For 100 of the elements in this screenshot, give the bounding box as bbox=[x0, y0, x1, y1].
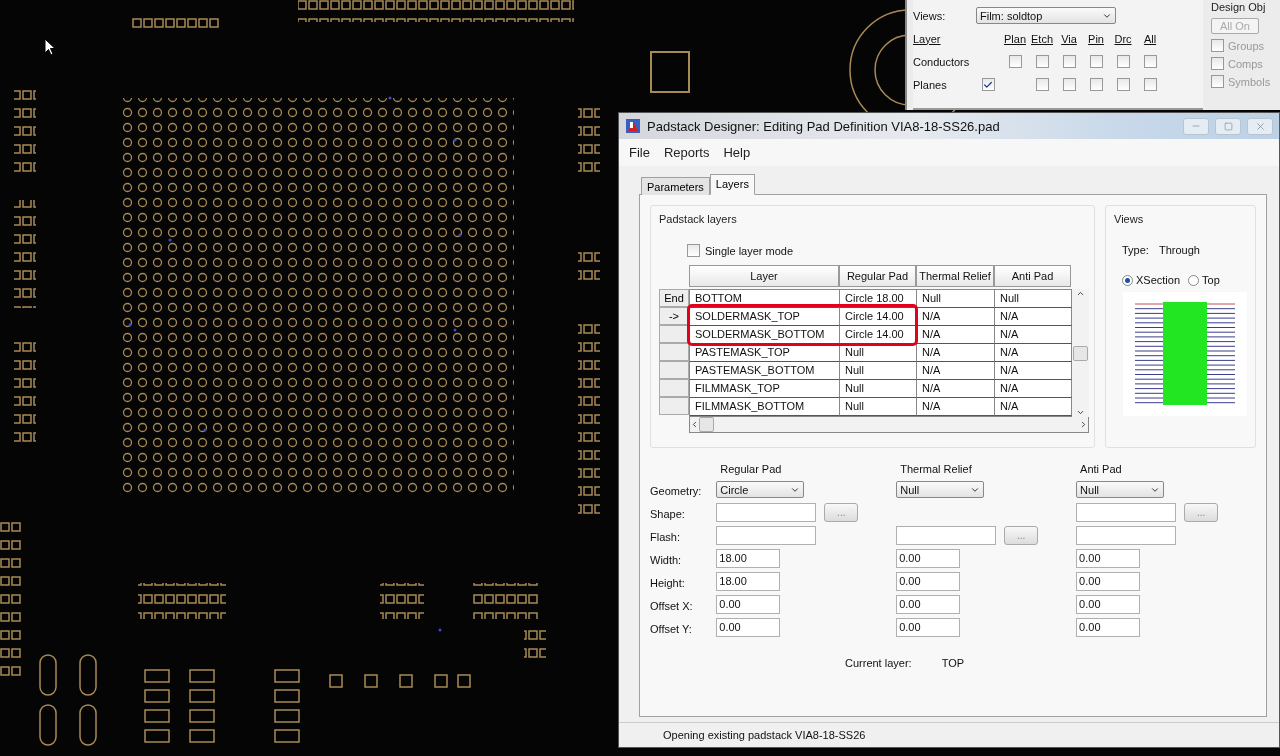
table-cell: N/A bbox=[917, 344, 995, 362]
table-cell: Null bbox=[995, 290, 1072, 308]
checkbox[interactable] bbox=[1062, 78, 1076, 91]
table-cell: SOLDERMASK_BOTTOM bbox=[690, 326, 840, 344]
column-header[interactable]: Anti Pad bbox=[994, 265, 1071, 287]
row-marker[interactable]: -> bbox=[659, 307, 689, 325]
checkbox[interactable] bbox=[1035, 78, 1049, 91]
scrollbar-thumb[interactable] bbox=[699, 417, 714, 432]
close-button[interactable] bbox=[1247, 117, 1273, 135]
input-field[interactable]: 0.00 bbox=[896, 618, 961, 637]
input-field[interactable]: 0.00 bbox=[716, 595, 781, 614]
radio-label: XSection bbox=[1136, 274, 1181, 286]
input-field[interactable]: 0.00 bbox=[1076, 618, 1141, 637]
cursor-icon bbox=[44, 38, 56, 56]
table-cell: PASTEMASK_BOTTOM bbox=[690, 362, 840, 380]
table-cell: FILMMASK_BOTTOM bbox=[690, 398, 840, 416]
table-cell: Null bbox=[840, 380, 917, 398]
views-dropdown[interactable]: Film: soldtop bbox=[976, 7, 1116, 24]
table-cell: N/A bbox=[995, 344, 1072, 362]
checkbox[interactable] bbox=[1008, 55, 1022, 68]
field-label: Width: bbox=[650, 553, 683, 568]
layer-row[interactable]: FILMMASK_TOP Null N/A N/A bbox=[690, 380, 1072, 398]
tab[interactable]: Parameters bbox=[641, 177, 710, 195]
table-cell: N/A bbox=[995, 326, 1072, 344]
geometry-dropdown[interactable]: Null bbox=[1076, 481, 1165, 498]
menu-item[interactable]: Reports bbox=[663, 145, 710, 160]
column-heading: Regular Pad bbox=[719, 462, 783, 477]
row-marker[interactable] bbox=[659, 379, 689, 397]
layer-row[interactable]: BOTTOM Circle 18.00 Null Null bbox=[690, 290, 1072, 308]
checkbox[interactable] bbox=[1089, 78, 1103, 91]
radio-button[interactable] bbox=[1122, 274, 1133, 286]
checkbox[interactable] bbox=[1211, 39, 1224, 52]
close-icon bbox=[1254, 120, 1266, 132]
scroll-left-icon[interactable] bbox=[690, 420, 699, 429]
input-field[interactable]: 0.00 bbox=[896, 572, 961, 591]
checkbox[interactable] bbox=[1089, 55, 1103, 68]
column-header[interactable]: Thermal Relief bbox=[916, 265, 994, 287]
input-field[interactable]: 0.00 bbox=[1076, 549, 1141, 568]
layer-row[interactable]: SOLDERMASK_BOTTOM Circle 14.00 N/A N/A bbox=[690, 326, 1072, 344]
design-objects-title: Design Obj bbox=[1211, 1, 1267, 13]
input-field[interactable]: 0.00 bbox=[1076, 572, 1141, 591]
checkbox[interactable] bbox=[1062, 55, 1076, 68]
views-label: Views: bbox=[913, 9, 947, 22]
checkbox[interactable] bbox=[1035, 55, 1049, 68]
input-field[interactable] bbox=[896, 526, 997, 545]
scroll-up-icon[interactable] bbox=[1076, 289, 1085, 298]
minimize-button[interactable] bbox=[1183, 117, 1209, 135]
table-cell: SOLDERMASK_TOP bbox=[690, 308, 840, 326]
input-field[interactable]: 0.00 bbox=[896, 549, 961, 568]
table-cell: N/A bbox=[995, 380, 1072, 398]
geometry-dropdown[interactable]: Circle bbox=[716, 481, 805, 498]
option-label: Comps bbox=[1228, 57, 1263, 70]
scroll-down-icon[interactable] bbox=[1076, 408, 1085, 417]
column-header: Pin bbox=[1087, 32, 1105, 45]
checkbox[interactable] bbox=[981, 78, 995, 91]
scroll-right-icon[interactable] bbox=[1079, 420, 1088, 429]
row-marker[interactable] bbox=[659, 325, 689, 343]
tab[interactable]: Layers bbox=[709, 174, 755, 195]
input-field[interactable]: 0.00 bbox=[716, 618, 781, 637]
checkbox[interactable] bbox=[1211, 75, 1224, 88]
input-field[interactable] bbox=[716, 526, 817, 545]
column-heading: Thermal Relief bbox=[899, 462, 973, 477]
checkbox[interactable] bbox=[1116, 55, 1130, 68]
checkbox[interactable] bbox=[1143, 55, 1157, 68]
input-field[interactable]: 0.00 bbox=[896, 595, 961, 614]
field-label: Shape: bbox=[650, 507, 686, 522]
window-title: Padstack Designer: Editing Pad Definition VIA8-18-SS26.pad bbox=[647, 118, 1001, 134]
row-marker[interactable] bbox=[659, 343, 689, 361]
maximize-button[interactable] bbox=[1215, 117, 1241, 135]
input-field[interactable]: 0.00 bbox=[1076, 595, 1141, 614]
radio-button[interactable] bbox=[1188, 274, 1200, 286]
layer-row[interactable]: FILMMASK_BOTTOM Null N/A N/A bbox=[690, 398, 1072, 416]
input-field[interactable] bbox=[1076, 503, 1177, 522]
row-marker[interactable] bbox=[659, 397, 689, 415]
layer-row[interactable]: SOLDERMASK_TOP Circle 14.00 N/A N/A bbox=[690, 308, 1072, 326]
column-header[interactable]: Regular Pad bbox=[839, 265, 916, 287]
table-cell: Circle 14.00 bbox=[840, 326, 917, 344]
horizontal-scrollbar[interactable] bbox=[689, 417, 1089, 433]
row-marker[interactable]: End bbox=[659, 289, 689, 307]
row-marker[interactable] bbox=[659, 361, 689, 379]
layer-row[interactable]: PASTEMASK_TOP Null N/A N/A bbox=[690, 344, 1072, 362]
input-field[interactable]: 18.00 bbox=[716, 549, 781, 568]
column-header[interactable]: Layer bbox=[689, 265, 839, 287]
table-cell: FILMMASK_TOP bbox=[690, 380, 840, 398]
current-layer-value: TOP bbox=[941, 657, 965, 669]
checkbox[interactable] bbox=[1211, 57, 1224, 70]
checkbox[interactable] bbox=[687, 244, 700, 257]
checkbox[interactable] bbox=[1116, 78, 1130, 91]
checkbox[interactable] bbox=[1143, 78, 1157, 91]
menu-item[interactable]: File bbox=[629, 145, 650, 160]
vertical-scrollbar[interactable] bbox=[1072, 289, 1089, 417]
input-field[interactable] bbox=[1076, 526, 1177, 545]
table-cell: N/A bbox=[995, 362, 1072, 380]
scrollbar-thumb[interactable] bbox=[1073, 345, 1088, 361]
layer-row[interactable]: PASTEMASK_BOTTOM Null N/A N/A bbox=[690, 362, 1072, 380]
table-cell: Circle 14.00 bbox=[840, 308, 917, 326]
input-field[interactable]: 18.00 bbox=[716, 572, 781, 591]
input-field[interactable] bbox=[716, 503, 817, 522]
geometry-dropdown[interactable]: Null bbox=[896, 481, 985, 498]
menu-item[interactable]: Help bbox=[723, 145, 751, 160]
